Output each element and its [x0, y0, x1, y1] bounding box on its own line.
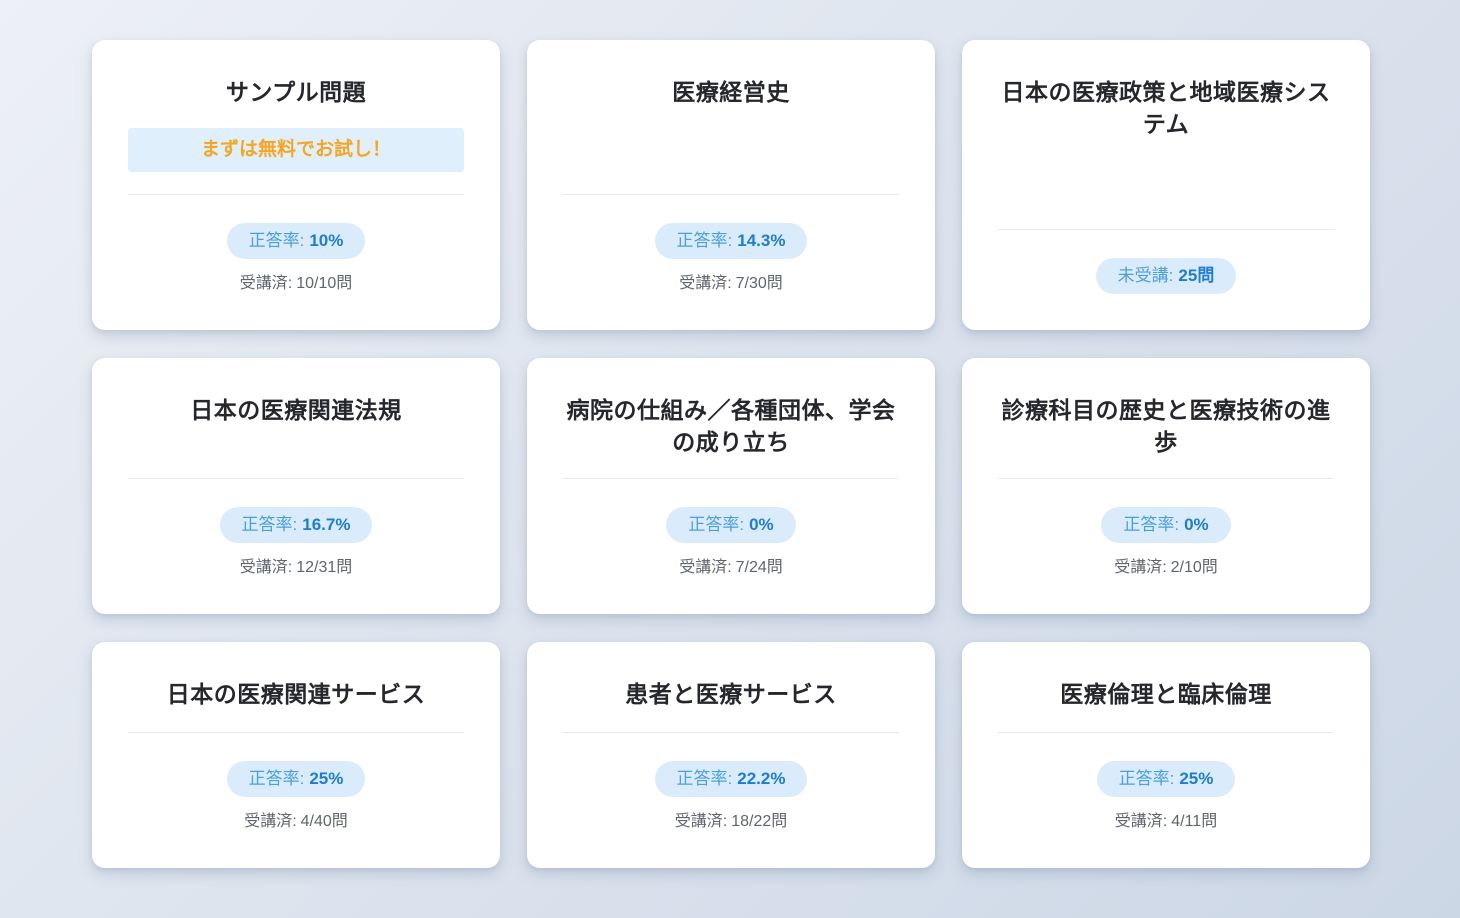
divider [998, 732, 1334, 733]
stat-badge-label: 正答率: [248, 769, 305, 788]
stat-badge-label: 正答率: [676, 231, 733, 250]
stat-badge-label: 未受講: [1117, 266, 1174, 285]
stat-badge-value: 0% [1184, 515, 1209, 534]
card-footer: 正答率: 22.2% 受講済: 18/22問 [563, 732, 899, 832]
course-title: 患者と医療サービス [625, 681, 837, 707]
course-title: 医療倫理と臨床倫理 [1060, 681, 1272, 707]
stat-badge: 正答率: 25% [1096, 761, 1236, 797]
progress-value: 10/10問 [296, 275, 353, 292]
progress-value: 12/31問 [296, 559, 353, 576]
course-card[interactable]: サンプル問題 まずは無料でお試し！ 正答率: 10% 受講済: 10/10問 [92, 40, 500, 330]
progress-line: 受講済: 10/10問 [128, 274, 464, 294]
course-card[interactable]: 診療科目の歴史と医療技術の進歩 正答率: 0% 受講済: 2/10問 [962, 358, 1370, 614]
course-card[interactable]: 日本の医療関連サービス 正答率: 25% 受講済: 4/40問 [92, 642, 500, 868]
stat-badge-value: 22.2% [737, 769, 786, 788]
progress-line: 受講済: 7/24問 [563, 558, 899, 578]
stat-badge: 正答率: 25% [226, 761, 366, 797]
divider [128, 478, 464, 479]
divider [998, 229, 1334, 230]
course-card[interactable]: 医療倫理と臨床倫理 正答率: 25% 受講済: 4/11問 [962, 642, 1370, 868]
course-title: 日本の医療関連法規 [190, 397, 402, 423]
course-title: 医療経営史 [672, 79, 790, 105]
course-title: 日本の医療関連サービス [166, 681, 426, 707]
stat-badge: 正答率: 16.7% [219, 507, 373, 543]
progress-label: 受講済: [1114, 813, 1168, 830]
stat-badge: 正答率: 22.2% [654, 761, 808, 797]
progress-label: 受講済: [239, 559, 293, 576]
progress-value: 4/40問 [300, 813, 348, 830]
progress-value: 2/10問 [1170, 559, 1218, 576]
course-title: サンプル問題 [225, 79, 367, 105]
divider [563, 478, 899, 479]
card-footer: 正答率: 0% 受講済: 2/10問 [998, 478, 1334, 578]
stat-badge-label: 正答率: [241, 515, 298, 534]
stat-badge: 正答率: 0% [666, 507, 796, 543]
stat-badge-label: 正答率: [248, 231, 305, 250]
course-card[interactable]: 病院の仕組み／各種団体、学会の成り立ち 正答率: 0% 受講済: 7/24問 [527, 358, 935, 614]
stat-badge-value: 14.3% [737, 231, 786, 250]
stat-badge-value: 0% [749, 515, 774, 534]
progress-value: 18/22問 [731, 813, 788, 830]
stat-badge-label: 正答率: [1123, 515, 1180, 534]
progress-line: 受講済: 12/31問 [128, 558, 464, 578]
progress-line: 受講済: 2/10問 [998, 558, 1334, 578]
card-footer: 正答率: 25% 受講済: 4/11問 [998, 732, 1334, 832]
stat-badge-value: 25% [1179, 769, 1214, 788]
progress-label: 受講済: [679, 275, 732, 292]
stat-badge-value: 25% [309, 769, 344, 788]
stat-badge: 正答率: 10% [226, 223, 366, 259]
stat-badge-value: 25問 [1178, 266, 1215, 285]
divider [998, 478, 1334, 479]
course-card[interactable]: 患者と医療サービス 正答率: 22.2% 受講済: 18/22問 [527, 642, 935, 868]
stat-badge: 正答率: 0% [1101, 507, 1231, 543]
progress-value: 7/24問 [735, 559, 783, 576]
progress-line: 受講済: 7/30問 [563, 274, 899, 294]
progress-label: 受講済: [244, 813, 297, 830]
card-footer: 正答率: 0% 受講済: 7/24問 [563, 478, 899, 578]
stat-badge: 正答率: 14.3% [654, 223, 808, 259]
progress-value: 7/30問 [735, 275, 783, 292]
progress-label: 受講済: [674, 813, 728, 830]
course-card[interactable]: 医療経営史 正答率: 14.3% 受講済: 7/30問 [527, 40, 935, 330]
card-grid: サンプル問題 まずは無料でお試し！ 正答率: 10% 受講済: 10/10問 医療経… [0, 0, 1460, 918]
divider [128, 194, 464, 195]
course-title: 日本の医療政策と地域医療システム [1001, 79, 1331, 137]
card-footer: 正答率: 25% 受講済: 4/40問 [128, 732, 464, 832]
course-title: 診療科目の歴史と医療技術の進歩 [1001, 397, 1331, 455]
progress-label: 受講済: [239, 275, 293, 292]
divider [128, 732, 464, 733]
course-card[interactable]: 日本の医療政策と地域医療システム 未受講: 25問 [962, 40, 1370, 330]
stat-badge-value: 10% [309, 231, 344, 250]
card-footer: 正答率: 10% 受講済: 10/10問 [128, 194, 464, 294]
divider [563, 732, 899, 733]
stat-badge-label: 正答率: [1118, 769, 1175, 788]
divider [563, 194, 899, 195]
course-card[interactable]: 日本の医療関連法規 正答率: 16.7% 受講済: 12/31問 [92, 358, 500, 614]
free-trial-banner: まずは無料でお試し！ [128, 128, 464, 172]
progress-label: 受講済: [1114, 559, 1167, 576]
progress-label: 受講済: [679, 559, 732, 576]
progress-line: 受講済: 18/22問 [563, 812, 899, 832]
stat-badge-value: 16.7% [302, 515, 351, 534]
card-footer: 未受講: 25問 [998, 229, 1334, 294]
card-footer: 正答率: 16.7% 受講済: 12/31問 [128, 478, 464, 578]
progress-line: 受講済: 4/11問 [998, 812, 1334, 832]
course-title: 病院の仕組み／各種団体、学会の成り立ち [566, 397, 896, 455]
progress-value: 4/11問 [1171, 813, 1218, 830]
card-footer: 正答率: 14.3% 受講済: 7/30問 [563, 194, 899, 294]
stat-badge-label: 正答率: [676, 769, 733, 788]
stat-badge-label: 正答率: [688, 515, 745, 534]
stat-badge: 未受講: 25問 [1095, 258, 1237, 294]
progress-line: 受講済: 4/40問 [128, 812, 464, 832]
